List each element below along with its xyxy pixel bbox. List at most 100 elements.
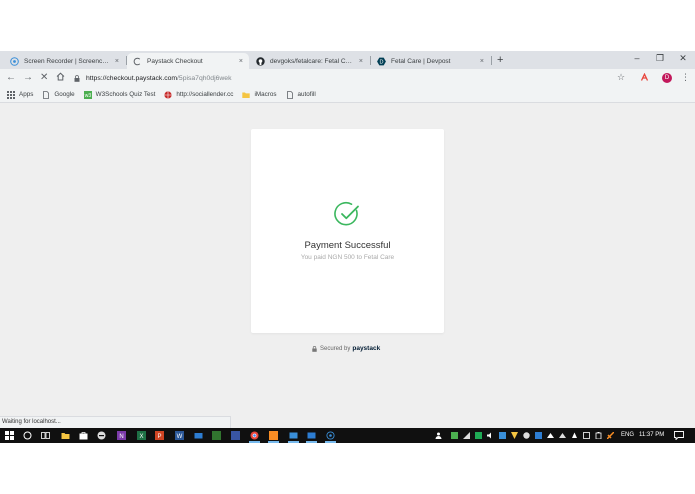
bookmark-sociallender[interactable]: http://sociallender.cc	[164, 90, 234, 99]
payment-summary: You paid NGN 500 to Fetal Care	[300, 254, 395, 261]
tab-title: devgoks/fetalcare: Fetal Care Pro	[270, 57, 355, 65]
people-icon[interactable]	[435, 432, 442, 439]
tray-app-icon[interactable]	[607, 432, 614, 439]
address-bar[interactable]: https://checkout.paystack.com/5pisa7qh0d…	[74, 71, 634, 85]
back-arrow-icon[interactable]: ←	[6, 72, 16, 83]
sublime-icon[interactable]	[269, 431, 278, 440]
mail-icon[interactable]	[194, 431, 203, 440]
tray-app-icon[interactable]	[535, 432, 542, 439]
tab-title: Fetal Care | Devpost	[391, 57, 451, 65]
minimize-button[interactable]: –	[630, 53, 644, 63]
page-icon	[43, 90, 50, 99]
screencast-icon	[10, 56, 19, 66]
volume-icon[interactable]	[487, 432, 494, 439]
onenote-icon[interactable]: N	[117, 431, 126, 440]
bookmark-w3schools[interactable]: w3 W3Schools Quiz Test	[83, 90, 155, 99]
bookmark-star-icon[interactable]: ☆	[617, 72, 625, 83]
file-explorer-icon[interactable]	[61, 431, 70, 440]
page-content: Payment Successful You paid NGN 500 to F…	[0, 104, 695, 428]
globe-icon	[164, 90, 173, 99]
tab-devpost[interactable]: D Fetal Care | Devpost ×	[371, 53, 490, 69]
svg-text:w3: w3	[84, 93, 91, 99]
visio-icon[interactable]	[231, 431, 240, 440]
app-window-icon[interactable]	[289, 431, 298, 440]
tray-app-icon[interactable]	[475, 432, 482, 439]
stop-loading-icon[interactable]: ✕	[40, 72, 48, 83]
bookmark-imacros[interactable]: iMacros	[242, 91, 277, 99]
word-icon[interactable]: W	[175, 431, 184, 440]
tab-title: Screen Recorder | Screencast-O-	[24, 57, 111, 65]
folder-icon	[242, 92, 251, 98]
bookmark-autofill[interactable]: autofill	[286, 90, 316, 99]
extension-icon[interactable]	[640, 73, 649, 82]
running-indicator	[306, 441, 317, 443]
tray-app-icon[interactable]	[523, 432, 530, 439]
tab-screencast[interactable]: Screen Recorder | Screencast-O- ×	[4, 53, 125, 69]
tab-title: Paystack Checkout	[147, 57, 203, 65]
url-path: /5pisa7qh0dj6wek	[177, 74, 232, 82]
tab-github[interactable]: devgoks/fetalcare: Fetal Care Pro ×	[250, 53, 369, 69]
tab-close-icon[interactable]: ×	[239, 58, 243, 65]
input-language[interactable]: ENG	[621, 432, 634, 438]
tab-close-icon[interactable]: ×	[115, 58, 119, 65]
powerpoint-icon[interactable]: P	[155, 431, 164, 440]
windows-start-icon[interactable]	[5, 431, 14, 440]
bookmark-label: iMacros	[254, 91, 277, 98]
status-bar: Waiting for localhost...	[0, 416, 231, 428]
network-icon[interactable]	[463, 432, 470, 439]
app-window-icon[interactable]	[307, 431, 316, 440]
battery-icon[interactable]	[595, 432, 602, 439]
restore-button[interactable]: ❐	[653, 53, 667, 64]
bookmark-label: Google	[54, 91, 75, 98]
tray-app-icon[interactable]	[547, 432, 554, 439]
apps-grid-icon	[7, 90, 15, 99]
tab-strip: Screen Recorder | Screencast-O- × Paysta…	[0, 51, 695, 69]
bookmark-google[interactable]: Google	[42, 90, 75, 99]
screen-recorder-icon[interactable]	[326, 431, 335, 440]
windows-taskbar: N X P W ENG 11:37 PM	[0, 428, 695, 443]
bookmark-apps[interactable]: Apps	[7, 90, 33, 99]
tray-app-icon[interactable]	[559, 432, 566, 439]
svg-text:P: P	[157, 434, 161, 440]
close-window-button[interactable]: ✕	[676, 53, 690, 64]
menu-dots-icon[interactable]: ⋮	[681, 72, 690, 83]
running-indicator	[249, 441, 260, 443]
task-view-icon[interactable]	[41, 431, 50, 440]
page-icon	[286, 90, 293, 99]
running-indicator	[325, 441, 336, 443]
new-tab-button[interactable]: +	[497, 54, 503, 66]
tab-paystack-checkout[interactable]: Paystack Checkout ×	[127, 53, 249, 69]
excel-icon[interactable]: X	[137, 431, 146, 440]
svg-text:W: W	[177, 434, 183, 440]
chrome-icon[interactable]	[250, 431, 259, 440]
running-indicator	[288, 441, 299, 443]
lock-icon	[312, 345, 317, 352]
tray-app-icon[interactable]	[583, 432, 590, 439]
clock[interactable]: 11:37 PM	[639, 432, 664, 438]
tab-close-icon[interactable]: ×	[359, 58, 363, 65]
action-center-icon[interactable]	[674, 431, 684, 440]
tray-app-icon[interactable]	[499, 432, 506, 439]
secured-by-label: Secured by	[320, 345, 351, 352]
home-icon[interactable]	[56, 72, 65, 84]
tray-app-icon[interactable]	[571, 432, 578, 439]
cortana-search-icon[interactable]	[23, 431, 32, 440]
tab-close-icon[interactable]: ×	[480, 58, 484, 65]
forward-arrow-icon[interactable]: →	[23, 72, 33, 83]
bookmark-label: http://sociallender.cc	[176, 91, 234, 98]
profile-avatar[interactable]: D	[662, 73, 672, 83]
loading-spinner-icon	[133, 57, 142, 66]
tray-app-icon[interactable]	[511, 432, 518, 439]
bookmark-label: autofill	[297, 91, 316, 98]
lock-icon	[74, 74, 80, 82]
bookmarks-bar: Apps Google w3 W3Schools Quiz Test http:…	[0, 87, 695, 103]
project-icon[interactable]	[212, 431, 221, 440]
store-icon[interactable]	[79, 431, 88, 440]
devpost-icon: D	[377, 57, 386, 66]
tray-app-icon[interactable]	[451, 432, 458, 439]
tab-divider	[491, 56, 492, 65]
payment-status-title: Payment Successful	[304, 240, 391, 251]
edge-icon[interactable]	[97, 431, 106, 440]
secured-by-footer: Secured by paystack	[312, 345, 380, 352]
w3schools-icon: w3	[83, 90, 92, 99]
